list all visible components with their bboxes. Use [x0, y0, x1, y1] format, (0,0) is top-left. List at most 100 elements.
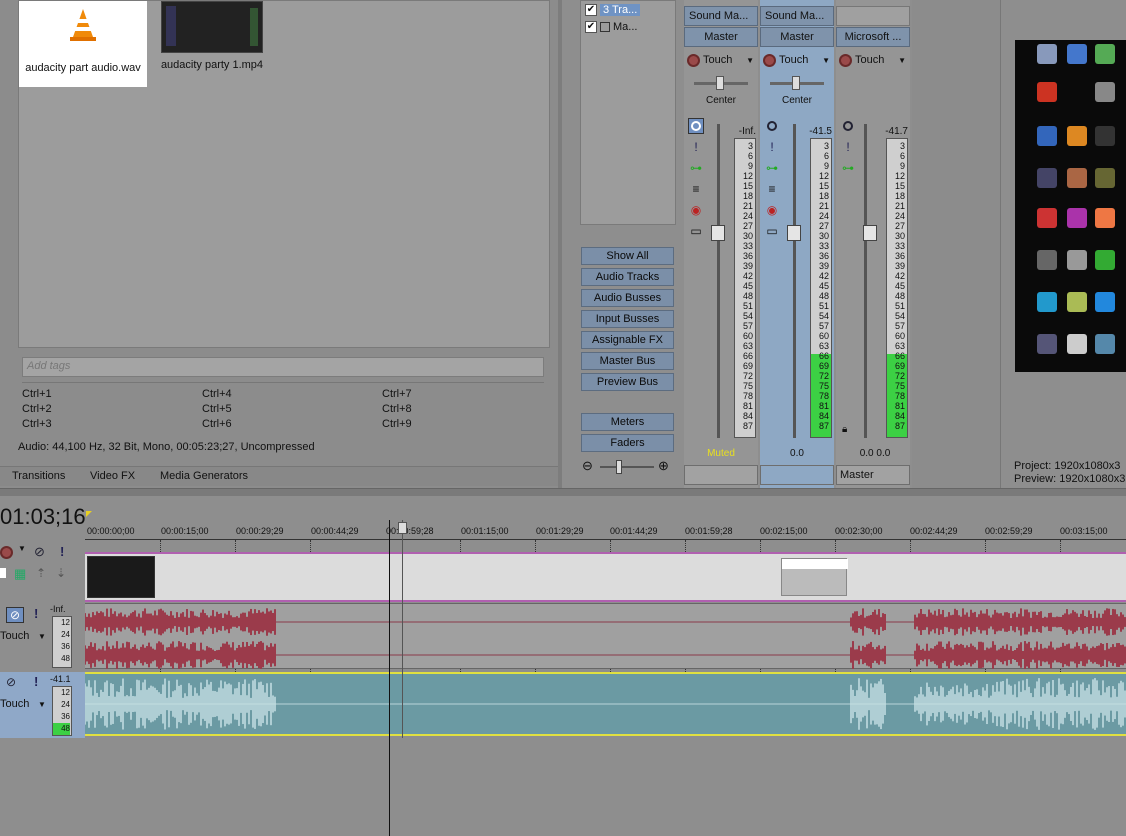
gear-icon[interactable]	[0, 546, 13, 559]
insert-fx-icon[interactable]: ⊶	[688, 160, 704, 176]
strip-footer[interactable]	[684, 465, 758, 485]
filter-audio-tracks-button[interactable]: Audio Tracks	[581, 268, 674, 286]
tree-checkbox[interactable]: ✔	[585, 4, 597, 16]
pan-slider-handle[interactable]	[716, 76, 724, 90]
strip-name[interactable]: Sound Ma...	[760, 6, 834, 26]
tab-video-fx[interactable]: Video FX	[90, 470, 135, 482]
tree-checkbox[interactable]: ✔	[585, 21, 597, 33]
mute-icon[interactable]	[840, 118, 856, 134]
strip-automation[interactable]: Touch ▼	[684, 50, 758, 70]
playhead[interactable]	[389, 520, 390, 836]
chevron-down-icon[interactable]: ▼	[38, 632, 46, 641]
view-faders-button[interactable]: Faders	[581, 434, 674, 452]
strip-footer[interactable]	[760, 465, 834, 485]
shortcut-label[interactable]: Ctrl+9	[382, 418, 412, 430]
tab-media-generators[interactable]: Media Generators	[160, 470, 248, 482]
filter-show-all-button[interactable]: Show All	[581, 247, 674, 265]
tree-row-master[interactable]: ✔ Ma...	[585, 19, 637, 35]
move-down-icon[interactable]: ⇣	[56, 566, 66, 580]
automation-mode[interactable]: Touch	[0, 698, 29, 710]
playhead-handle[interactable]	[398, 522, 407, 534]
tags-input[interactable]: Add tags	[22, 357, 544, 377]
strip-output-button[interactable]: Master	[684, 27, 758, 47]
solo-icon[interactable]: !	[34, 674, 38, 689]
solo-icon[interactable]: !	[688, 139, 704, 155]
time-ruler[interactable]: 00:00:00;00 00:00:15;00 00:00:29;29 00:0…	[85, 510, 1126, 540]
solo-icon[interactable]: !	[764, 139, 780, 155]
strip-output-button[interactable]: Microsoft ...	[836, 27, 910, 47]
view-meters-button[interactable]: Meters	[581, 413, 674, 431]
volume-fader-handle[interactable]	[787, 225, 801, 241]
solo-icon[interactable]: !	[34, 606, 38, 621]
gear-icon[interactable]	[839, 53, 852, 67]
eq-icon[interactable]: ≡	[688, 181, 704, 197]
filter-preview-bus-button[interactable]: Preview Bus	[581, 373, 674, 391]
chevron-down-icon[interactable]: ▼	[746, 56, 754, 65]
shortcut-label[interactable]: Ctrl+4	[202, 388, 232, 400]
filter-master-bus-button[interactable]: Master Bus	[581, 352, 674, 370]
strip-name[interactable]: Sound Ma...	[684, 6, 758, 26]
zoom-in-icon[interactable]: ⊕	[658, 458, 669, 474]
record-arm-icon[interactable]: ◉	[764, 202, 780, 218]
record-arm-icon[interactable]: ◉	[688, 202, 704, 218]
media-item-audio[interactable]: audacity part audio.wav	[19, 1, 147, 87]
pane-divider[interactable]	[558, 0, 562, 488]
eq-icon[interactable]: ≡	[764, 181, 780, 197]
mute-icon[interactable]	[764, 118, 780, 134]
audio-track-2[interactable]	[85, 672, 1126, 736]
volume-fader-handle[interactable]	[863, 225, 877, 241]
insert-fx-icon[interactable]: ⊶	[840, 160, 856, 176]
shortcut-label[interactable]: Ctrl+7	[382, 388, 412, 400]
chevron-down-icon[interactable]: ▼	[38, 700, 46, 709]
tab-transitions[interactable]: Transitions	[12, 470, 65, 482]
send-icon[interactable]: ▭	[688, 223, 704, 239]
solo-icon[interactable]: !	[840, 139, 856, 155]
volume-fader-track[interactable]	[793, 124, 796, 438]
chevron-down-icon[interactable]: ▼	[898, 56, 906, 65]
chevron-down-icon[interactable]: ▼	[822, 56, 830, 65]
automation-mode[interactable]: Touch	[0, 630, 29, 642]
video-track-header[interactable]: ▼ ⊘ ! ▦ ⇡ ⇣	[0, 542, 85, 588]
checkbox-icon[interactable]	[0, 568, 6, 578]
volume-fader-track[interactable]	[864, 124, 867, 438]
strip-automation[interactable]: Touch ▼	[836, 50, 910, 70]
mute-icon[interactable]: ⊘	[6, 607, 24, 623]
horizontal-divider[interactable]	[0, 488, 1126, 496]
shortcut-label[interactable]: Ctrl+5	[202, 403, 232, 415]
mute-icon[interactable]: ⊘	[34, 544, 45, 560]
audio-track-1[interactable]	[85, 603, 1126, 669]
mute-icon[interactable]: ⊘	[6, 675, 16, 689]
move-up-icon[interactable]: ⇡	[36, 566, 46, 580]
mute-icon[interactable]	[688, 118, 704, 134]
volume-fader-handle[interactable]	[711, 225, 725, 241]
gear-icon[interactable]	[763, 53, 776, 67]
shortcut-label[interactable]: Ctrl+3	[22, 418, 52, 430]
zoom-out-icon[interactable]: ⊖	[582, 458, 593, 474]
send-icon[interactable]: ▭	[764, 223, 780, 239]
audio-track-header[interactable]: ⊘ ! -Inf. Touch ▼ 12 24 36 48	[0, 604, 85, 670]
audio-track-header-selected[interactable]: ⊘ ! -41.1 Touch ▼ 12 24 36 48	[0, 672, 85, 738]
pan-slider-handle[interactable]	[792, 76, 800, 90]
gear-icon[interactable]	[687, 53, 700, 67]
strip-name[interactable]	[836, 6, 910, 26]
video-track[interactable]	[85, 552, 1126, 602]
filter-input-busses-button[interactable]: Input Busses	[581, 310, 674, 328]
lock-icon[interactable]: 🔒︎	[842, 424, 847, 435]
filter-assignable-fx-button[interactable]: Assignable FX	[581, 331, 674, 349]
volume-fader-track[interactable]	[717, 124, 720, 438]
chevron-down-icon[interactable]: ▼	[18, 544, 26, 553]
solo-icon[interactable]: !	[60, 544, 64, 559]
strip-output-button[interactable]: Master	[760, 27, 834, 47]
shortcut-label[interactable]: Ctrl+1	[22, 388, 52, 400]
zoom-slider-handle[interactable]	[616, 460, 622, 474]
strip-automation[interactable]: Touch ▼	[760, 50, 834, 70]
shortcut-label[interactable]: Ctrl+8	[382, 403, 412, 415]
tree-row-tracks[interactable]: ✔ 3 Tra...	[585, 2, 641, 18]
media-item-video[interactable]: audacity party 1.mp4	[157, 1, 267, 87]
track-fx-icon[interactable]: ▦	[14, 566, 26, 582]
strip-footer[interactable]: Master	[836, 465, 910, 485]
shortcut-label[interactable]: Ctrl+6	[202, 418, 232, 430]
filter-audio-busses-button[interactable]: Audio Busses	[581, 289, 674, 307]
insert-fx-icon[interactable]: ⊶	[764, 160, 780, 176]
shortcut-label[interactable]: Ctrl+2	[22, 403, 52, 415]
